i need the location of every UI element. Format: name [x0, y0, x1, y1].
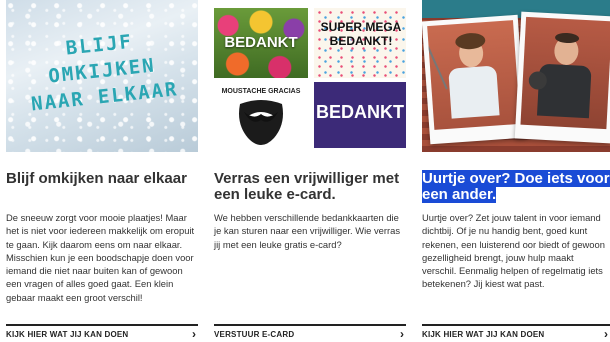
- cta-link-verstuur-ecard[interactable]: VERSTUUR E-CARD ›: [214, 324, 406, 342]
- card-image-volunteers[interactable]: [422, 0, 610, 152]
- ecard-tile-text: BEDANKT: [224, 34, 298, 51]
- card-title-text: Uurtje over? Doe iets voor een ander.: [422, 170, 610, 203]
- beard-icon: [239, 100, 283, 145]
- polaroid-photo-man: [514, 11, 610, 144]
- ecard-tile-text: MOUSTACHE GRACIAS: [221, 88, 301, 95]
- card-title[interactable]: Uurtje over? Doe iets voor een ander.: [422, 170, 610, 203]
- cta-label: KIJK HIER WAT JIJ KAN DOEN: [6, 330, 129, 339]
- ecard-tile-flowers: BEDANKT: [214, 8, 308, 78]
- chevron-right-icon: ›: [604, 327, 608, 341]
- card-omkijken: BLIJF OMKIJKEN NAAR ELKAAR Blijf omkijke…: [6, 0, 198, 342]
- ecard-tile-confetti: SUPER MEGA BEDANKT!: [314, 8, 406, 78]
- cta-label: VERSTUUR E-CARD: [214, 330, 295, 339]
- card-title[interactable]: Verras een vrijwilliger met een leuke e-…: [214, 171, 406, 203]
- snow-image-text: BLIJF OMKIJKEN NAAR ELKAAR: [30, 30, 180, 116]
- ecard-tile-moustache: MOUSTACHE GRACIAS: [214, 82, 308, 152]
- chevron-right-icon: ›: [192, 327, 196, 341]
- chevron-right-icon: ›: [400, 327, 404, 341]
- card-ecard: BEDANKT SUPER MEGA BEDANKT! MOUSTACHE GR…: [214, 0, 406, 342]
- card-image-snow[interactable]: BLIJF OMKIJKEN NAAR ELKAAR: [6, 0, 198, 152]
- ecard-tile-text: SUPER MEGA BEDANKT!: [320, 20, 402, 48]
- card-image-ecards[interactable]: BEDANKT SUPER MEGA BEDANKT! MOUSTACHE GR…: [214, 0, 406, 152]
- ecard-tile-text: BEDANKT: [316, 102, 404, 122]
- ecard-tile-purple: BEDANKT: [314, 82, 406, 148]
- polaroid-photo-woman: [422, 14, 527, 145]
- card-description: Uurtje over? Zet jouw talent in voor iem…: [422, 212, 605, 290]
- card-title[interactable]: Blijf omkijken naar elkaar: [6, 171, 198, 187]
- card-description: We hebben verschillende bedankkaarten di…: [214, 212, 401, 250]
- cta-link-kijk-hier[interactable]: KIJK HIER WAT JIJ KAN DOEN ›: [6, 324, 198, 342]
- cta-link-kijk-hier[interactable]: KIJK HIER WAT JIJ KAN DOEN ›: [422, 324, 610, 342]
- cta-label: KIJK HIER WAT JIJ KAN DOEN: [422, 330, 545, 339]
- card-uurtje-over: Uurtje over? Doe iets voor een ander. Uu…: [422, 0, 610, 342]
- card-description: De sneeuw zorgt voor mooie plaatjes! Maa…: [6, 212, 195, 303]
